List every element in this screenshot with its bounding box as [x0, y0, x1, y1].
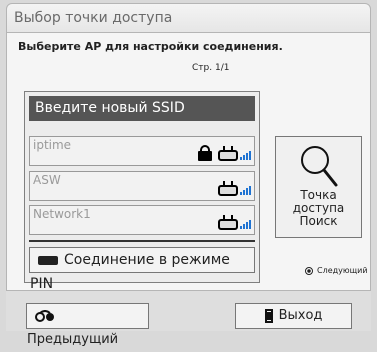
window-title: Выбор точки доступа	[6, 3, 371, 33]
ap-item-asw[interactable]: ASW	[29, 171, 255, 201]
ap-search-button[interactable]: Точка доступа Поиск	[275, 136, 362, 238]
router-wifi-icon	[218, 145, 251, 161]
router-wifi-icon	[218, 180, 251, 196]
list-divider	[29, 240, 255, 242]
instruction-text: Выберите AP для настройки соединения.	[18, 40, 283, 53]
exit-label: Выход	[278, 308, 323, 323]
exit-icon	[264, 308, 273, 323]
previous-button[interactable]: Предыдущий	[26, 303, 149, 347]
previous-label: Предыдущий	[27, 332, 119, 347]
next-hint: Следующий	[305, 266, 368, 275]
lock-icon	[198, 145, 212, 161]
enter-new-ssid-button[interactable]: Введите новый SSID	[29, 96, 255, 121]
ap-item-network1[interactable]: Network1	[29, 205, 255, 235]
ok-button-icon	[305, 266, 313, 275]
remote-key-icon	[38, 255, 58, 265]
ap-name: iptime	[33, 138, 72, 152]
router-wifi-icon	[218, 214, 251, 230]
back-arrow-icon	[35, 309, 54, 322]
pin-connection-button[interactable]: Соединение в режиме PIN	[29, 247, 255, 292]
ap-item-iptime[interactable]: iptime	[29, 136, 255, 166]
ap-name: ASW	[33, 173, 61, 187]
ap-search-label: Точка доступа Поиск	[292, 188, 345, 228]
ap-name: Network1	[33, 207, 91, 221]
exit-button[interactable]: Выход	[235, 303, 352, 329]
page-indicator: Стр. 1/1	[192, 63, 230, 73]
next-label: Следующий	[317, 266, 368, 275]
search-icon	[301, 146, 338, 187]
